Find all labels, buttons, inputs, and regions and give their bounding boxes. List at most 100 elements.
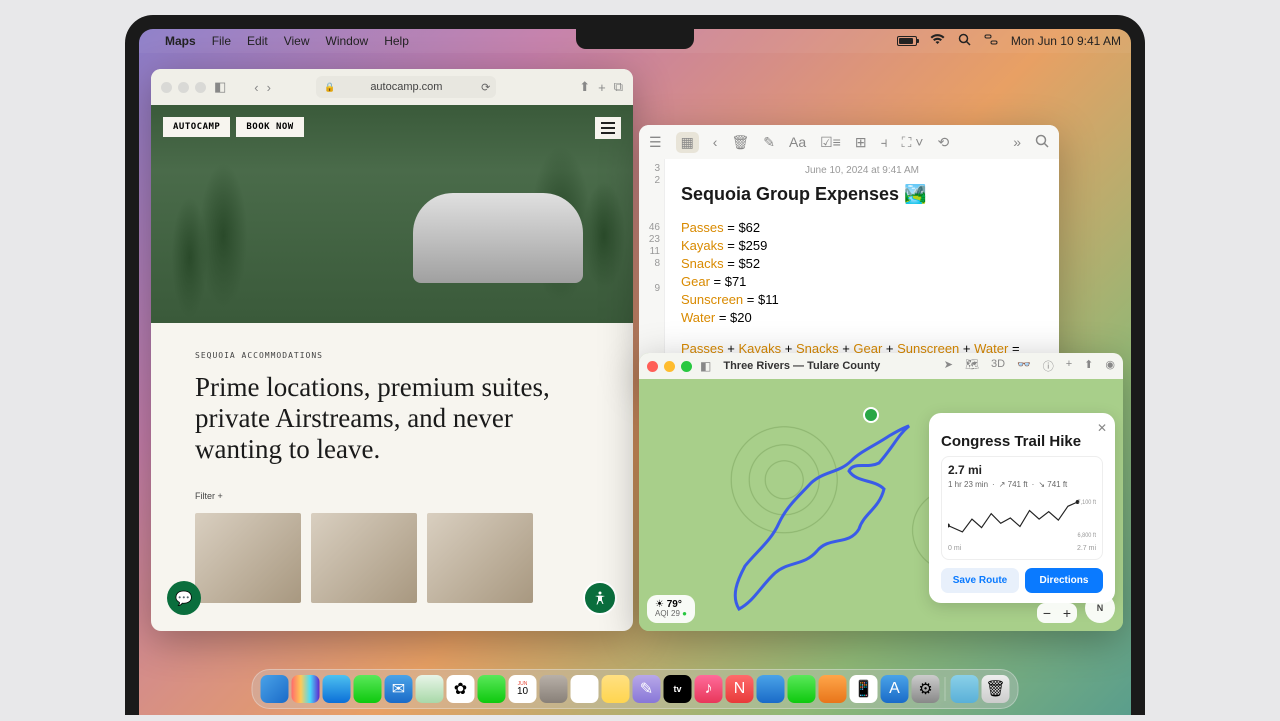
messages-app-icon[interactable]: [354, 675, 382, 703]
url-text: autocamp.com: [370, 81, 442, 93]
appstore-app-icon[interactable]: A: [881, 675, 909, 703]
maps-app-icon[interactable]: [416, 675, 444, 703]
iphone-mirroring-icon[interactable]: 📱: [850, 675, 878, 703]
search-icon[interactable]: [1035, 134, 1049, 151]
pages-app-icon[interactable]: [819, 675, 847, 703]
hamburger-menu[interactable]: [595, 117, 621, 139]
autocamp-logo[interactable]: AUTOCAMP: [163, 117, 230, 137]
forward-button[interactable]: ›: [267, 80, 271, 95]
new-tab-icon[interactable]: +: [598, 80, 606, 95]
notes-app-icon[interactable]: [602, 675, 630, 703]
music-app-icon[interactable]: ♪: [695, 675, 723, 703]
zoom-in-button[interactable]: +: [1057, 603, 1077, 623]
contacts-app-icon[interactable]: [540, 675, 568, 703]
trail-time: 1 hr 23 min: [948, 480, 988, 490]
help-menu[interactable]: Help: [384, 34, 409, 48]
dock: ✉ ✿ JUN10 ✎ tv ♪ N 📱 A ⚙ 🗑: [252, 669, 1019, 709]
minimize-button[interactable]: [664, 361, 675, 372]
safari-page: AUTOCAMP BOOK NOW SEQUOIA ACCOMMODATIONS…: [151, 105, 633, 631]
edit-menu[interactable]: Edit: [247, 34, 268, 48]
maximize-button[interactable]: [681, 361, 692, 372]
back-icon[interactable]: ‹: [713, 134, 718, 150]
mail-app-icon[interactable]: ✉: [385, 675, 413, 703]
reminders-app-icon[interactable]: [571, 675, 599, 703]
launchpad-app-icon[interactable]: [292, 675, 320, 703]
chat-button[interactable]: 💬: [167, 581, 201, 615]
format-icon[interactable]: Aa: [789, 134, 806, 150]
maximize-button[interactable]: [195, 82, 206, 93]
accommodation-card[interactable]: [427, 513, 533, 603]
save-route-button[interactable]: Save Route: [941, 568, 1019, 593]
tv-app-icon[interactable]: tv: [664, 675, 692, 703]
add-icon[interactable]: +: [1066, 358, 1072, 374]
book-now-button[interactable]: BOOK NOW: [236, 117, 303, 137]
trailhead-pin[interactable]: [863, 407, 879, 423]
file-menu[interactable]: File: [212, 34, 231, 48]
view-menu[interactable]: View: [284, 34, 310, 48]
notes-gutter: 3 2 46 23 11 8 9: [639, 159, 665, 379]
expense-line: Passes = $62: [681, 219, 1043, 237]
share-icon[interactable]: ⬆: [1084, 358, 1093, 374]
zoom-out-button[interactable]: −: [1037, 603, 1057, 623]
map-mode-icon[interactable]: 🗺: [965, 358, 979, 374]
address-bar[interactable]: 🔒 autocamp.com ⟳: [316, 76, 496, 98]
news-app-icon[interactable]: N: [726, 675, 754, 703]
tabs-icon[interactable]: ⧉: [614, 79, 623, 95]
reload-icon[interactable]: ⟳: [481, 81, 490, 94]
minimize-button[interactable]: [178, 82, 189, 93]
trash-icon[interactable]: 🗑: [731, 134, 749, 151]
look-around-icon[interactable]: 👓: [1017, 358, 1031, 374]
svg-text:6,800 ft: 6,800 ft: [1078, 533, 1096, 538]
menubar-datetime[interactable]: Mon Jun 10 9:41 AM: [1011, 34, 1121, 48]
weather-widget[interactable]: ☀ 79° AQI 29 ●: [647, 595, 695, 623]
wifi-icon[interactable]: [930, 34, 945, 48]
compass[interactable]: N: [1085, 593, 1115, 623]
map-canvas[interactable]: ✕ Congress Trail Hike 2.7 mi 1 hr 23 min…: [639, 379, 1123, 631]
link-icon[interactable]: ⟲: [937, 134, 949, 151]
close-icon[interactable]: ✕: [1097, 421, 1107, 435]
lock-icon: 🔒: [324, 82, 335, 93]
window-menu[interactable]: Window: [326, 34, 369, 48]
directions-button[interactable]: Directions: [1025, 568, 1103, 593]
share-icon[interactable]: ⬆: [579, 79, 590, 95]
freeform-app-icon[interactable]: ✎: [633, 675, 661, 703]
calendar-app-icon[interactable]: JUN10: [509, 675, 537, 703]
checklist-icon[interactable]: ☑≡: [820, 134, 841, 151]
grid-icon[interactable]: ▦: [676, 132, 699, 153]
accommodation-card[interactable]: [195, 513, 301, 603]
spotlight-icon[interactable]: [958, 33, 971, 49]
table-icon[interactable]: ⊞: [855, 134, 867, 151]
back-button[interactable]: ‹: [254, 80, 258, 95]
media-icon[interactable]: ⛶ ˅: [902, 134, 924, 151]
battery-icon[interactable]: [897, 36, 917, 46]
close-button[interactable]: [647, 361, 658, 372]
facetime-app-icon[interactable]: [478, 675, 506, 703]
control-center-icon[interactable]: [984, 34, 998, 48]
finder-app-icon[interactable]: [261, 675, 289, 703]
photos-app-icon[interactable]: ✿: [447, 675, 475, 703]
filter-button[interactable]: Filter +: [195, 491, 589, 501]
appstore-app-icon[interactable]: [757, 675, 785, 703]
sidebar-icon[interactable]: ◧: [700, 359, 711, 373]
accessibility-button[interactable]: [583, 581, 617, 615]
more-icon[interactable]: »: [1013, 134, 1021, 150]
location-icon[interactable]: ➤: [944, 358, 953, 374]
account-icon[interactable]: ◉: [1105, 358, 1115, 374]
3d-toggle[interactable]: 3D: [991, 358, 1005, 374]
close-button[interactable]: [161, 82, 172, 93]
compose-icon[interactable]: ✎: [763, 134, 775, 151]
notes-body[interactable]: June 10, 2024 at 9:41 AM Sequoia Group E…: [665, 159, 1059, 379]
accommodation-card[interactable]: [311, 513, 417, 603]
expense-line: Kayaks = $259: [681, 237, 1043, 255]
list-icon[interactable]: ☰: [649, 134, 662, 151]
app-menu[interactable]: Maps: [165, 34, 196, 48]
numbers-app-icon[interactable]: [788, 675, 816, 703]
safari-app-icon[interactable]: [323, 675, 351, 703]
sidebar-icon[interactable]: ◧: [214, 79, 226, 95]
downloads-folder-icon[interactable]: [951, 675, 979, 703]
info-icon[interactable]: ⓘ: [1043, 358, 1054, 374]
settings-app-icon[interactable]: ⚙: [912, 675, 940, 703]
align-icon[interactable]: ⫞: [881, 134, 888, 151]
elevation-chart: 7,100 ft 6,800 ft: [948, 496, 1096, 538]
trash-icon[interactable]: 🗑: [982, 675, 1010, 703]
